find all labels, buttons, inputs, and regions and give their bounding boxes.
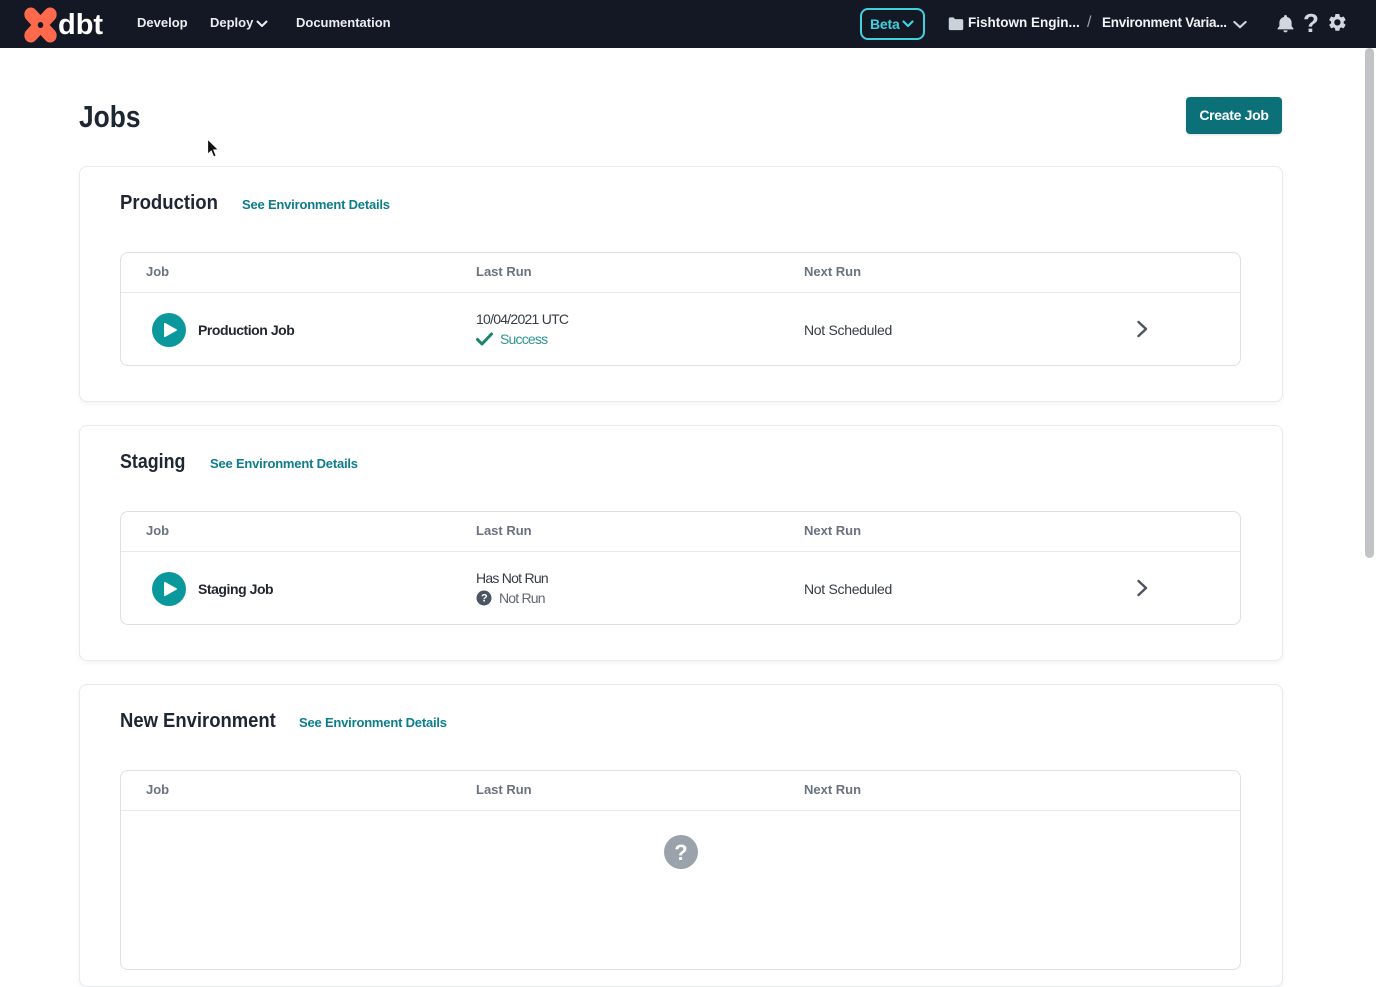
svg-text:?: ? <box>674 840 687 865</box>
